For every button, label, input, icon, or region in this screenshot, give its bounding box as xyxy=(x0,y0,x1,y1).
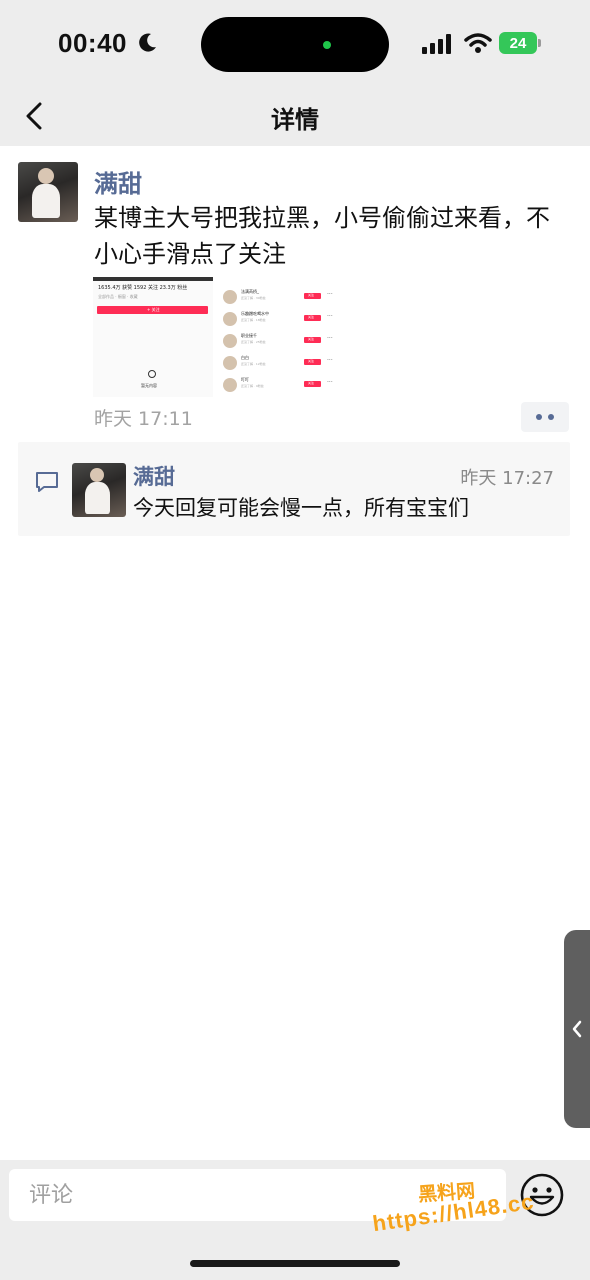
follow-button-label: 关注 xyxy=(308,359,315,363)
follow-button: 关注 xyxy=(304,381,321,387)
wifi-icon xyxy=(464,33,492,53)
follow-button-label: 关注 xyxy=(308,293,315,297)
follow-button-label: 关注 xyxy=(308,337,315,341)
follow-list-screenshot: 法满芮桥_ 还没了解 · 30粉丝 关注 ··· 乐趣蹭吃喝水中 还没了解 · … xyxy=(221,277,341,397)
blocked-icon xyxy=(148,370,156,378)
post-timestamp: 昨天 17:11 xyxy=(94,408,193,430)
post-author-avatar[interactable] xyxy=(18,162,78,222)
blocked-text: 暂无内容 xyxy=(141,383,157,388)
profile-sub: 全部作品 · 橱窗 · 收藏 xyxy=(98,294,138,299)
post-text: 某博主大号把我拉黑，小号偷偷过来看，不小心手滑点了关注 xyxy=(94,204,550,268)
follow-name: 白白 xyxy=(241,355,249,360)
post-image[interactable]: 1635.4万 获赞 1592 关注 23.3万 粉丝 全部作品 · 橱窗 · … xyxy=(93,277,341,397)
post-author-name[interactable]: 满甜 xyxy=(94,164,142,199)
follow-row: 法满芮桥_ 还没了解 · 30粉丝 关注 ··· xyxy=(221,285,341,307)
dynamic-island xyxy=(201,17,389,72)
profile-screenshot: 1635.4万 获赞 1592 关注 23.3万 粉丝 全部作品 · 橱窗 · … xyxy=(93,277,213,397)
signal-icon xyxy=(422,34,451,54)
comment-text[interactable]: 今天回复可能会慢一点，所有宝宝们 xyxy=(133,492,469,522)
follow-sub: 还没了解 · 30粉丝 xyxy=(241,296,266,300)
more-icon: ··· xyxy=(327,313,333,320)
more-icon: ··· xyxy=(327,291,333,298)
more-actions-button[interactable] xyxy=(521,402,569,432)
follow-name: 法满芮桥_ xyxy=(241,289,259,294)
page-title: 详情 xyxy=(271,106,319,134)
camera-indicator xyxy=(323,41,331,49)
follow-sub: 还没了解 · 9粉丝 xyxy=(241,384,264,388)
comment-bar: 黑料网 https://hl48.cc xyxy=(0,1160,590,1280)
follow-sub: 还没了解 · 12粉丝 xyxy=(241,362,266,366)
follow-name: 职业接千 xyxy=(241,333,257,338)
battery-cap xyxy=(538,39,541,47)
follow-row: 乐趣蹭吃喝水中 还没了解 · 18粉丝 关注 ··· xyxy=(221,307,341,329)
comment-icon xyxy=(36,472,58,492)
follow-button: 关注 xyxy=(304,315,321,321)
avatar xyxy=(223,312,237,326)
more-icon: ··· xyxy=(327,335,333,342)
follow-row: 职业接千 还没了解 · 25粉丝 关注 ··· xyxy=(221,329,341,351)
avatar xyxy=(223,378,237,392)
home-indicator[interactable] xyxy=(190,1260,400,1267)
follow-button: 关注 xyxy=(304,337,321,343)
moon-icon xyxy=(139,33,156,52)
avatar xyxy=(223,334,237,348)
chevron-left-icon xyxy=(572,1020,582,1038)
status-time: 00:40 xyxy=(58,28,127,58)
side-drawer-handle[interactable] xyxy=(564,930,590,1128)
comment-author-avatar[interactable] xyxy=(72,463,126,517)
comment-timestamp: 昨天 17:27 xyxy=(460,468,554,489)
comments-section: 满甜 昨天 17:27 今天回复可能会慢一点，所有宝宝们 xyxy=(18,442,570,536)
battery-indicator: 24 xyxy=(499,32,537,54)
avatar xyxy=(223,290,237,304)
follow-sub: 还没了解 · 18粉丝 xyxy=(241,318,266,322)
follow-row: 叮叮 还没了解 · 9粉丝 关注 ··· xyxy=(221,373,341,395)
dot-icon xyxy=(536,414,542,420)
battery-level: 24 xyxy=(509,34,527,52)
nav-bar: 详情 xyxy=(0,88,590,146)
follow-row: 白白 还没了解 · 12粉丝 关注 ··· xyxy=(221,351,341,373)
follow-button-label: 关注 xyxy=(308,381,315,385)
profile-follow-label: + 关注 xyxy=(147,307,160,312)
avatar xyxy=(223,356,237,370)
follow-button-label: 关注 xyxy=(308,315,315,319)
follow-name: 乐趣蹭吃喝水中 xyxy=(241,311,269,316)
dot-icon xyxy=(548,414,554,420)
follow-name: 叮叮 xyxy=(241,377,249,382)
follow-button: 关注 xyxy=(304,293,321,299)
follow-button: 关注 xyxy=(304,359,321,365)
status-bar: 00:40 24 xyxy=(0,0,590,88)
profile-follow-button: + 关注 xyxy=(97,306,208,314)
comment-author-name[interactable]: 满甜 xyxy=(133,461,175,491)
profile-stats: 1635.4万 获赞 1592 关注 23.3万 粉丝 xyxy=(98,285,188,291)
follow-sub: 还没了解 · 25粉丝 xyxy=(241,340,266,344)
more-icon: ··· xyxy=(327,379,333,386)
more-icon: ··· xyxy=(327,357,333,364)
